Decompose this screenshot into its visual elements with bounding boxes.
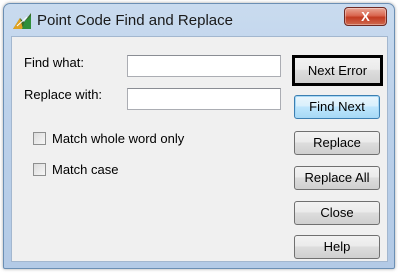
match-case-label[interactable]: Match case xyxy=(52,162,118,177)
replace-with-input[interactable] xyxy=(127,88,281,110)
app-icon xyxy=(13,13,31,29)
dialog-window: Point Code Find and Replace X Find what:… xyxy=(3,3,395,269)
match-case-checkbox[interactable] xyxy=(33,163,46,176)
find-what-input[interactable] xyxy=(127,55,281,77)
help-button[interactable]: Help xyxy=(294,235,380,259)
replace-with-label: Replace with: xyxy=(24,87,103,102)
match-whole-word-label[interactable]: Match whole word only xyxy=(52,131,184,146)
match-whole-word-checkbox[interactable] xyxy=(33,132,46,145)
find-next-button[interactable]: Find Next xyxy=(294,95,380,119)
window-title: Point Code Find and Replace xyxy=(37,12,233,29)
replace-button[interactable]: Replace xyxy=(294,131,380,155)
find-what-label: Find what: xyxy=(24,55,84,70)
close-window-button[interactable]: X xyxy=(344,7,387,26)
dialog-body: Find what: Replace with: Match whole wor… xyxy=(11,36,388,262)
replace-all-button[interactable]: Replace All xyxy=(294,166,380,190)
close-button[interactable]: Close xyxy=(294,201,380,225)
next-error-button[interactable]: Next Error xyxy=(292,55,383,86)
title-bar[interactable]: Point Code Find and Replace X xyxy=(4,4,394,36)
